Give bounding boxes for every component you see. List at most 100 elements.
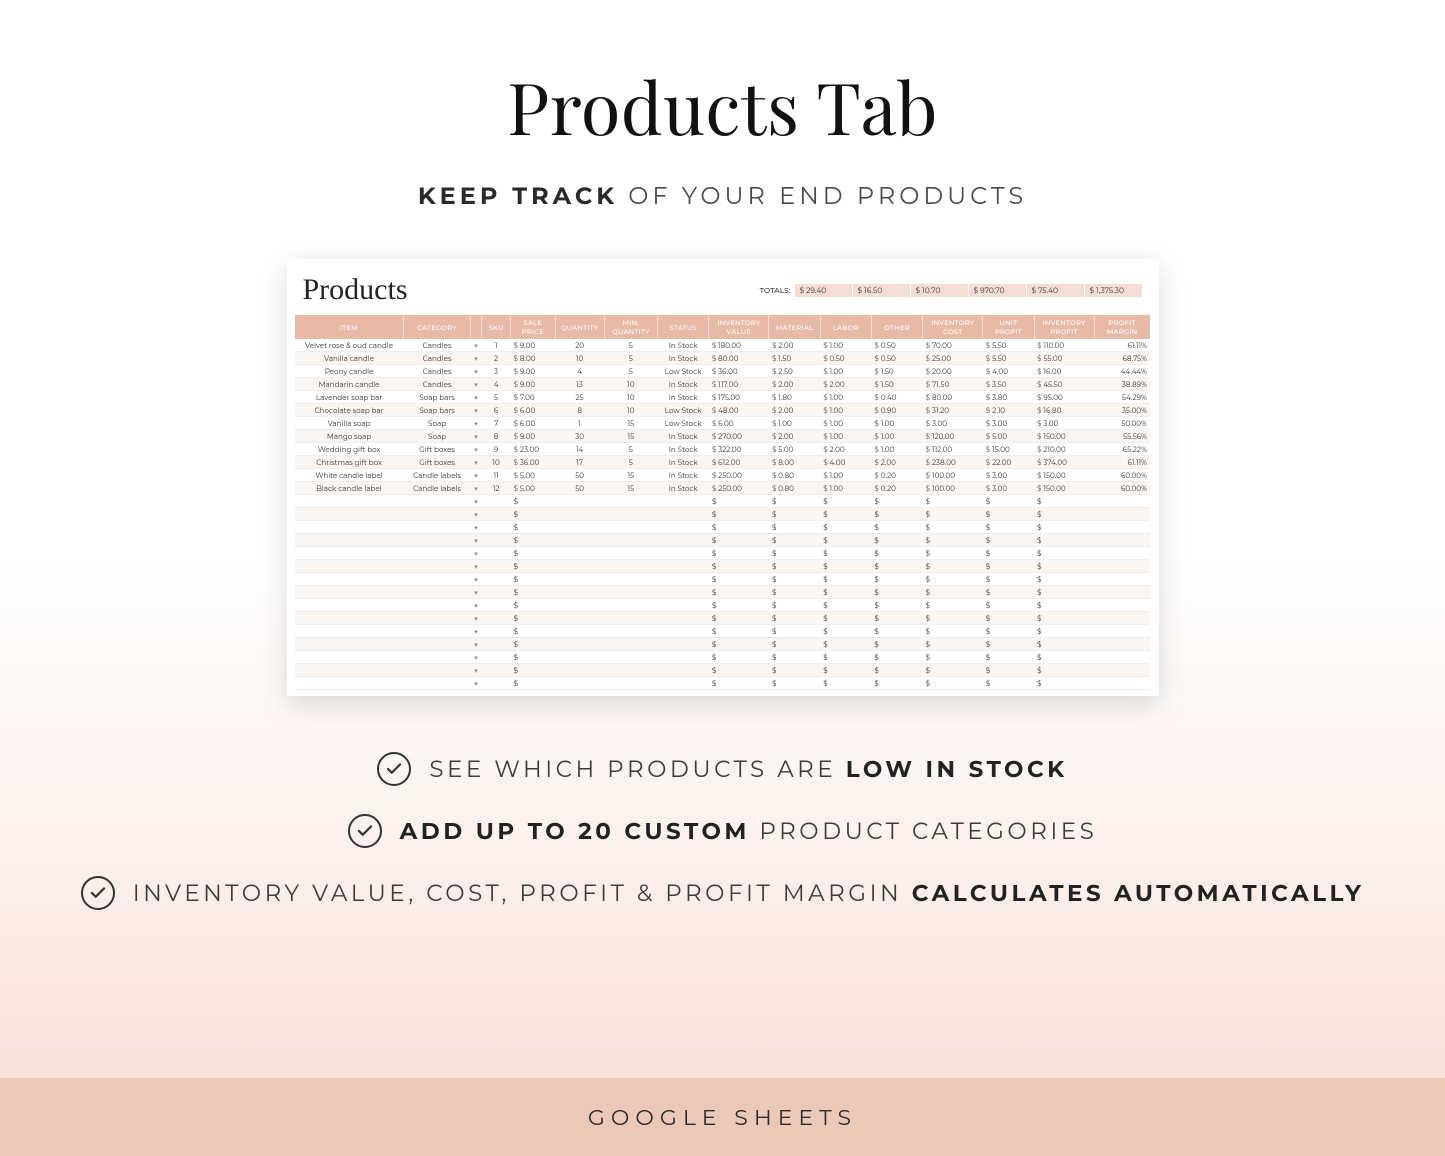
cell[interactable]: 16.80: [1034, 404, 1094, 417]
cell[interactable]: [1094, 664, 1150, 677]
cell[interactable]: In Stock: [658, 456, 709, 469]
cell[interactable]: 374.00: [1034, 456, 1094, 469]
cell[interactable]: 0.40: [871, 391, 922, 404]
cell[interactable]: 4.00: [983, 365, 1034, 378]
cell[interactable]: ▾: [470, 651, 481, 664]
cell[interactable]: 20.00: [923, 365, 983, 378]
cell[interactable]: $: [1034, 508, 1094, 521]
cell[interactable]: $: [820, 612, 871, 625]
cell[interactable]: $: [709, 625, 769, 638]
cell[interactable]: [295, 599, 404, 612]
cell[interactable]: 100.00: [923, 482, 983, 495]
cell[interactable]: [404, 495, 471, 508]
cell[interactable]: [1094, 560, 1150, 573]
cell[interactable]: 7: [482, 417, 511, 430]
cell[interactable]: 36.00: [709, 365, 769, 378]
cell[interactable]: [604, 534, 657, 547]
cell[interactable]: ▾: [470, 430, 481, 443]
cell[interactable]: $: [983, 508, 1034, 521]
cell[interactable]: 1.00: [820, 339, 871, 352]
cell[interactable]: $: [709, 495, 769, 508]
cell[interactable]: $: [511, 612, 556, 625]
cell[interactable]: $: [511, 521, 556, 534]
cell[interactable]: $: [769, 547, 820, 560]
cell[interactable]: [1094, 586, 1150, 599]
cell[interactable]: [295, 560, 404, 573]
cell[interactable]: [658, 664, 709, 677]
cell[interactable]: In Stock: [658, 378, 709, 391]
cell[interactable]: 5: [604, 456, 657, 469]
cell[interactable]: $: [1034, 625, 1094, 638]
cell[interactable]: $: [983, 638, 1034, 651]
cell[interactable]: [555, 625, 604, 638]
cell[interactable]: [404, 664, 471, 677]
cell[interactable]: 1: [482, 339, 511, 352]
cell[interactable]: $: [709, 560, 769, 573]
cell[interactable]: $: [923, 651, 983, 664]
cell[interactable]: 0.50: [871, 352, 922, 365]
cell[interactable]: [555, 534, 604, 547]
cell[interactable]: 0.90: [871, 404, 922, 417]
cell[interactable]: [658, 573, 709, 586]
cell[interactable]: [658, 547, 709, 560]
cell[interactable]: $: [511, 638, 556, 651]
table-row[interactable]: Mango soapSoap▾89.003015In Stock270.002.…: [295, 430, 1151, 443]
cell[interactable]: $: [1034, 534, 1094, 547]
cell[interactable]: $: [1034, 638, 1094, 651]
cell[interactable]: [1094, 638, 1150, 651]
cell[interactable]: 15: [604, 430, 657, 443]
cell[interactable]: $: [709, 677, 769, 690]
cell[interactable]: 2: [482, 352, 511, 365]
cell[interactable]: $: [983, 625, 1034, 638]
cell[interactable]: ▾: [470, 547, 481, 560]
cell[interactable]: 1.00: [820, 404, 871, 417]
cell[interactable]: Peony candle: [295, 365, 404, 378]
cell[interactable]: [555, 599, 604, 612]
cell[interactable]: 61.11%: [1094, 339, 1150, 352]
table-row[interactable]: Peony candleCandles▾39.0045Low Stock36.0…: [295, 365, 1151, 378]
table-row[interactable]: Velvet rose & oud candleCandles▾19.00205…: [295, 339, 1151, 352]
cell[interactable]: [658, 625, 709, 638]
cell[interactable]: 55.00: [1034, 352, 1094, 365]
cell[interactable]: [658, 508, 709, 521]
cell[interactable]: $: [769, 677, 820, 690]
cell[interactable]: $: [923, 677, 983, 690]
cell[interactable]: 4.00: [820, 456, 871, 469]
cell[interactable]: 6.00: [511, 417, 556, 430]
cell[interactable]: [404, 625, 471, 638]
cell[interactable]: Soap: [404, 430, 471, 443]
cell[interactable]: 48.00: [709, 404, 769, 417]
cell[interactable]: 5: [604, 352, 657, 365]
cell[interactable]: $: [511, 573, 556, 586]
table-row[interactable]: ▾$$$$$$$$: [295, 560, 1151, 573]
cell[interactable]: 238.00: [923, 456, 983, 469]
cell[interactable]: 9: [482, 443, 511, 456]
cell[interactable]: $: [983, 521, 1034, 534]
cell[interactable]: ▾: [470, 456, 481, 469]
cell[interactable]: $: [820, 534, 871, 547]
cell[interactable]: 1.50: [871, 365, 922, 378]
cell[interactable]: [1094, 625, 1150, 638]
cell[interactable]: $: [923, 573, 983, 586]
cell[interactable]: $: [769, 638, 820, 651]
cell[interactable]: $: [923, 547, 983, 560]
cell[interactable]: $: [983, 599, 1034, 612]
cell[interactable]: 175.00: [709, 391, 769, 404]
cell[interactable]: [658, 612, 709, 625]
cell[interactable]: 60.00%: [1094, 482, 1150, 495]
cell[interactable]: ▾: [470, 391, 481, 404]
cell[interactable]: $: [709, 664, 769, 677]
cell[interactable]: ▾: [470, 469, 481, 482]
cell[interactable]: $: [1034, 573, 1094, 586]
cell[interactable]: 25: [555, 391, 604, 404]
cell[interactable]: 9.00: [511, 378, 556, 391]
cell[interactable]: 150.00: [1034, 482, 1094, 495]
cell[interactable]: 1.00: [769, 417, 820, 430]
cell[interactable]: 6: [482, 404, 511, 417]
cell[interactable]: 322.00: [709, 443, 769, 456]
cell[interactable]: [295, 625, 404, 638]
cell[interactable]: 35.00%: [1094, 404, 1150, 417]
cell[interactable]: [482, 508, 511, 521]
cell[interactable]: [604, 521, 657, 534]
cell[interactable]: [1094, 612, 1150, 625]
